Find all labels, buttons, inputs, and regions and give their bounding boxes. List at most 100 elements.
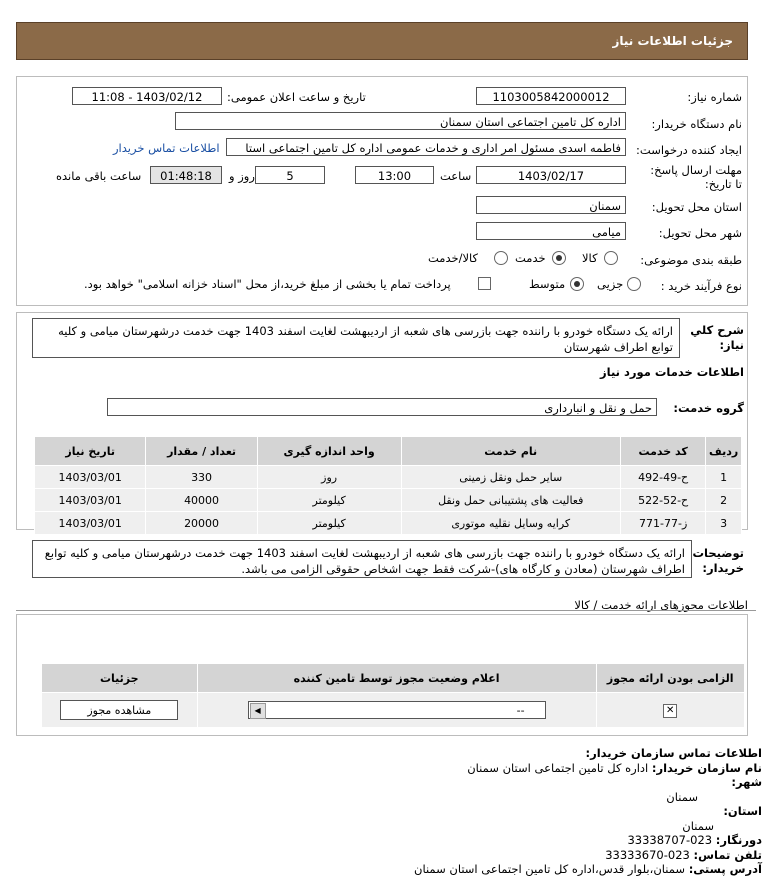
col-name: نام خدمت [400, 436, 621, 466]
process-label: نوع فرآیند خرید : [660, 279, 742, 293]
table-row: 1 ح-49-492 سایر حمل ونقل زمینی روز 330 1… [33, 465, 742, 489]
category-option-goods: کالا [582, 251, 598, 265]
category-radio-service[interactable] [552, 251, 566, 265]
time-label: ساعت [440, 169, 472, 183]
need-number-label: شماره نیاز: [687, 90, 742, 104]
row-unit: کیلومتر [256, 511, 402, 535]
permits-table: الزامی بودن ارائه مجوز اعلام وضعیت مجوز … [41, 663, 746, 728]
contact-city-value: سمنان [666, 789, 698, 804]
deadline-label: مهلت ارسال پاسخ: تا تاریخ: [650, 163, 742, 191]
description-label: شرح کلي نياز: [690, 323, 744, 352]
contact-phone-value: 023-33333670 [605, 847, 690, 862]
process-option-medium: متوسط [529, 277, 566, 291]
row-code: ح-52-522 [619, 488, 707, 512]
view-permit-button[interactable]: مشاهده مجوز [60, 700, 179, 720]
province-field: سمنان [476, 196, 626, 214]
row-unit: کیلومتر [256, 488, 402, 512]
row-code: ز-77-771 [619, 511, 707, 535]
row-name: کرایه وسایل نقلیه موتوری [400, 511, 621, 535]
table-row: 3 ز-77-771 کرایه وسایل نقلیه موتوری کیلو… [33, 511, 742, 535]
buyer-notes-box: ارائه یک دستگاه خودرو با راننده جهت بازر… [32, 540, 692, 578]
payment-note: پرداخت تمام یا بخشی از مبلغ خرید،از محل … [84, 277, 451, 291]
required-cell: ✕ [595, 692, 746, 728]
treasury-payment-checkbox[interactable] [478, 277, 491, 290]
row-date: 1403/03/01 [33, 511, 147, 535]
buyer-org-field: اداره کل تامین اجتماعی استان سمنان [175, 112, 626, 130]
row-qty: 40000 [145, 488, 258, 512]
row-index: 3 [705, 511, 742, 535]
city-label: شهر محل تحویل: [658, 226, 742, 240]
remaining-time-field: 01:48:18 [150, 166, 222, 184]
col-index: ردیف [705, 436, 742, 466]
announce-label: تاریخ و ساعت اعلان عمومی: [227, 90, 366, 104]
table-row: ✕ -- ◀ مشاهده مجوز [41, 692, 746, 728]
permit-status-value: -- [516, 704, 525, 717]
contact-org-value: اداره کل تامین اجتماعی استان سمنان [467, 760, 649, 775]
contact-city-label: شهر: [731, 775, 762, 789]
contact-org-label: نام سازمان خریدار: [651, 760, 762, 775]
services-table: ردیف کد خدمت نام خدمت واحد اندازه گیری ت… [33, 436, 742, 535]
close-icon: ✕ [663, 703, 678, 718]
col-status: اعلام وضعیت مجوز توسط تامین کننده [196, 663, 597, 693]
row-qty: 20000 [145, 511, 258, 535]
process-radio-medium[interactable] [570, 277, 584, 291]
row-index: 1 [705, 465, 742, 489]
chevron-down-icon[interactable]: ◀ [249, 703, 266, 719]
row-code: ح-49-492 [619, 465, 707, 489]
services-table-header: ردیف کد خدمت نام خدمت واحد اندازه گیری ت… [33, 436, 742, 466]
col-unit: واحد اندازه گیری [256, 436, 402, 466]
col-details: جزئیات [41, 663, 198, 693]
contact-address-label: آدرس پستی: [688, 862, 762, 876]
col-code: کد خدمت [619, 436, 707, 466]
contact-address-value: سمنان،بلوار قدس،اداره کل تامین اجتماعی ا… [414, 862, 686, 876]
col-qty: تعداد / مقدار [145, 436, 258, 466]
page-header: جزئیات اطلاعات نیاز [16, 22, 748, 60]
contact-info: اطلاعات تماس سازمان خریدار: نام سازمان خ… [414, 746, 762, 877]
buyer-notes-label: توضیحات خریدار: [692, 546, 745, 575]
category-radio-both[interactable] [494, 251, 508, 265]
status-cell: -- ◀ [196, 692, 597, 728]
contact-title: اطلاعات تماس سازمان خریدار: [585, 746, 762, 760]
contact-province-label: استان: [723, 804, 762, 818]
buyer-contact-link[interactable]: اطلاعات تماس خریدار [113, 141, 220, 155]
service-group-field: حمل و نقل و انبارداری [107, 398, 657, 416]
announce-field: 1403/02/12 - 11:08 [72, 87, 222, 105]
description-box: ارائه یک دستگاه خودرو با راننده جهت بازر… [32, 318, 680, 358]
category-label: طبقه بندی موضوعی: [640, 253, 742, 267]
deadline-time-field: 13:00 [355, 166, 434, 184]
service-group-label: گروه خدمت: [673, 401, 744, 415]
row-qty: 330 [145, 465, 258, 489]
creator-label: ایجاد کننده درخواست: [636, 143, 742, 157]
process-radio-minor[interactable] [627, 277, 641, 291]
process-option-minor: جزیی [597, 277, 624, 291]
need-number-field: 1103005842000012 [476, 87, 626, 105]
category-option-service: خدمت [515, 251, 546, 265]
category-radio-goods[interactable] [604, 251, 618, 265]
contact-province-value: سمنان [682, 818, 714, 833]
col-date: تاریخ نیاز [33, 436, 147, 466]
row-name: سایر حمل ونقل زمینی [400, 465, 621, 489]
row-name: فعالیت های پشتیبانی حمل ونقل [400, 488, 621, 512]
details-cell: مشاهده مجوز [41, 692, 198, 728]
contact-phone-label: تلفن تماس: [693, 847, 762, 862]
services-section-title: اطلاعات خدمات مورد نیاز [600, 365, 744, 379]
province-label: استان محل تحویل: [651, 200, 742, 214]
days-label: روز و [229, 169, 255, 183]
row-date: 1403/03/01 [33, 465, 147, 489]
permits-table-header: الزامی بودن ارائه مجوز اعلام وضعیت مجوز … [41, 663, 746, 693]
deadline-date-field: 1403/02/17 [476, 166, 626, 184]
remaining-label: ساعت باقی مانده [56, 169, 142, 183]
row-unit: روز [256, 465, 402, 489]
need-info-panel [16, 76, 748, 306]
days-field: 5 [255, 166, 325, 184]
category-option-both: کالا/خدمت [428, 251, 479, 265]
city-field: میامی [476, 222, 626, 240]
row-index: 2 [705, 488, 742, 512]
col-required: الزامی بودن ارائه مجوز [595, 663, 746, 693]
buyer-org-label: نام دستگاه خریدار: [651, 117, 742, 131]
table-row: 2 ح-52-522 فعالیت های پشتیبانی حمل ونقل … [33, 488, 742, 512]
permits-divider [16, 610, 756, 611]
row-date: 1403/03/01 [33, 488, 147, 512]
permit-status-select[interactable]: -- ◀ [247, 701, 546, 719]
page-title: جزئیات اطلاعات نیاز [612, 34, 733, 48]
